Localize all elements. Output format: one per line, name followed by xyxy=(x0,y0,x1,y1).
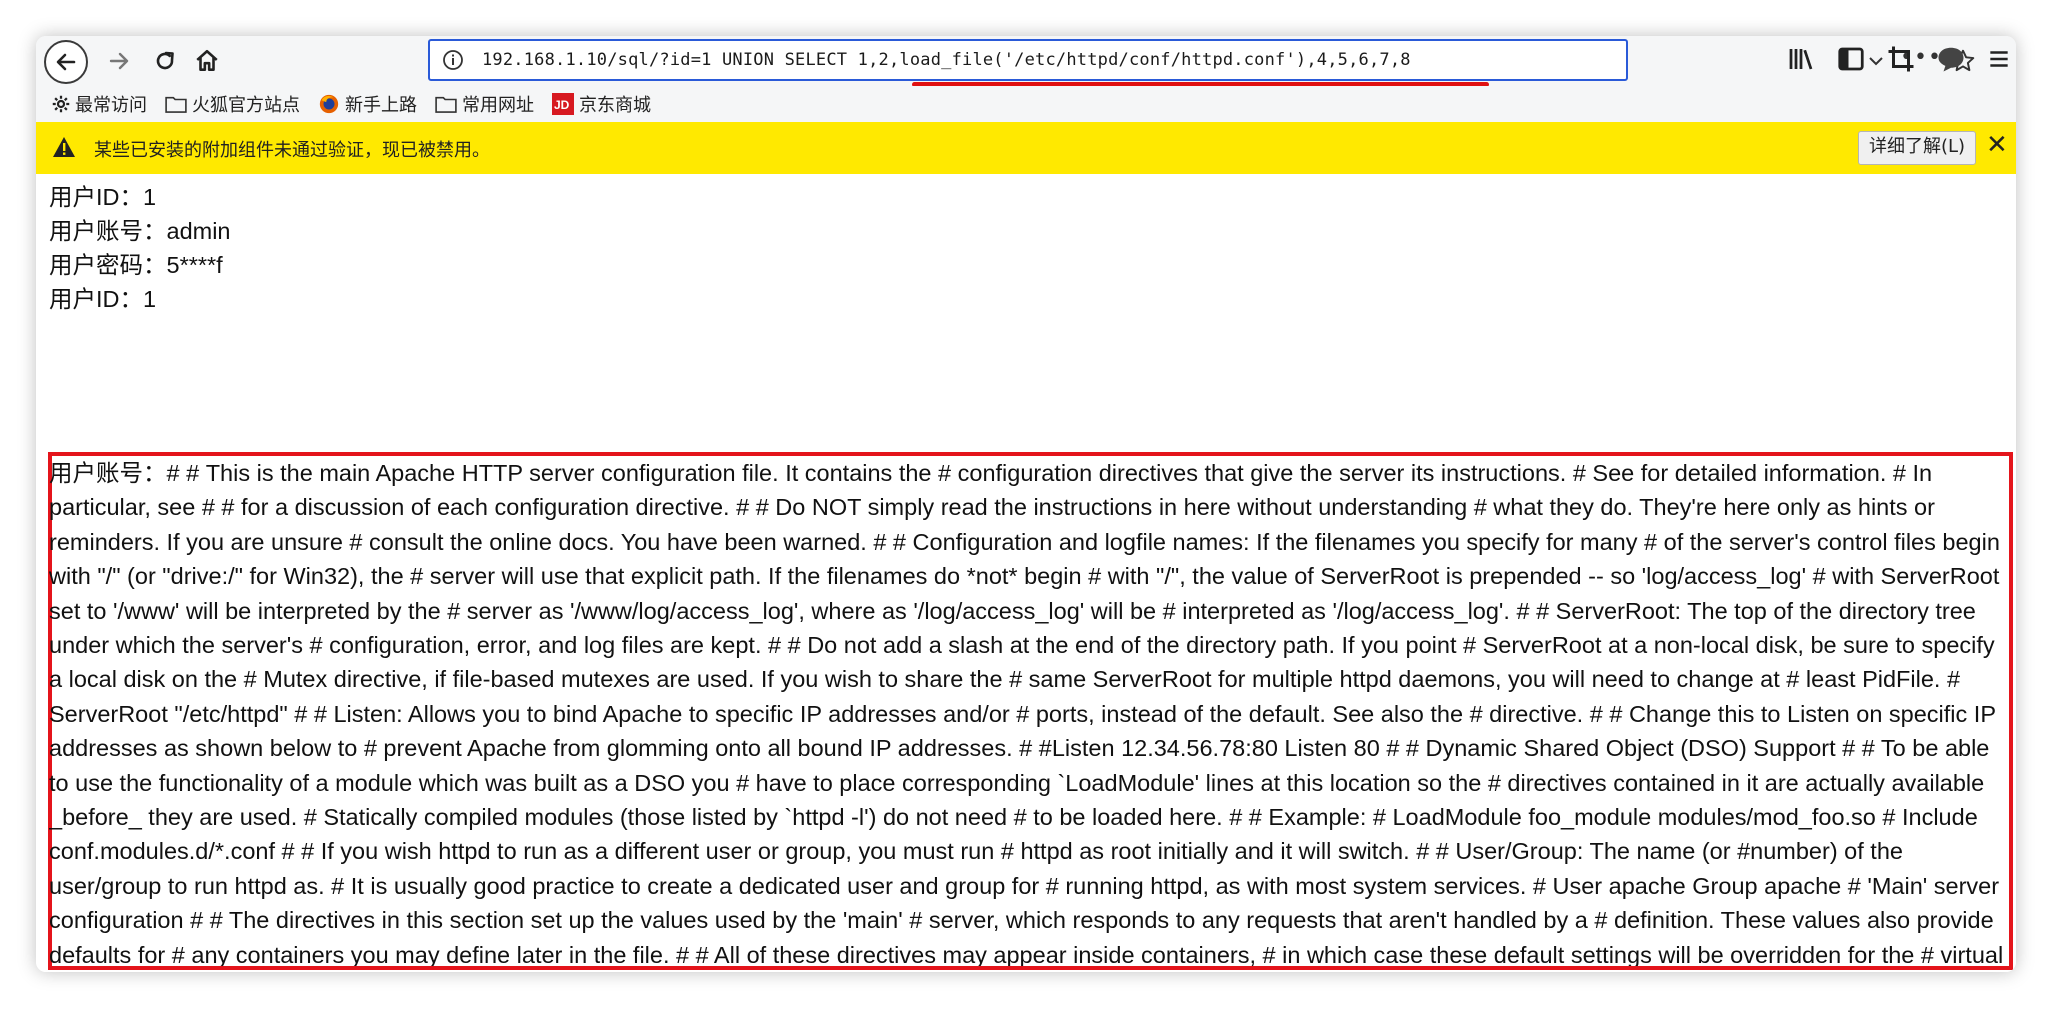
bookmark-common-sites[interactable]: 常用网址 xyxy=(435,91,534,117)
url-text[interactable]: 192.168.1.10/sql/?id=1 UNION SELECT 1,2,… xyxy=(482,50,1411,70)
user-id-row: 用户ID：1 xyxy=(49,286,157,312)
bookmark-label: 新手上路 xyxy=(345,95,417,116)
folder-icon xyxy=(435,95,457,113)
menu-icon[interactable] xyxy=(1986,44,2012,74)
user-id-row: 用户ID：1 xyxy=(49,184,157,210)
firefox-icon xyxy=(318,93,340,115)
browser-window: 192.168.1.10/sql/?id=1 UNION SELECT 1,2,… xyxy=(36,36,2016,972)
svg-text:JD: JD xyxy=(554,98,570,112)
learn-more-button[interactable]: 详细了解(L) xyxy=(1858,131,1977,165)
user-account-row: 用户账号：admin xyxy=(49,218,231,244)
jd-icon: JD xyxy=(552,93,574,115)
user-password-row: 用户密码：5****f xyxy=(49,252,223,278)
screenshot-icon[interactable] xyxy=(1886,44,1916,74)
sidebar-icon[interactable] xyxy=(1836,44,1866,74)
info-icon[interactable] xyxy=(442,49,464,71)
home-icon xyxy=(196,49,218,71)
page-content: 用户ID：1 用户账号：admin 用户密码：5****f 用户ID：1 用户账… xyxy=(36,174,2016,972)
address-bar[interactable]: 192.168.1.10/sql/?id=1 UNION SELECT 1,2,… xyxy=(428,39,1975,81)
navigation-toolbar: 192.168.1.10/sql/?id=1 UNION SELECT 1,2,… xyxy=(36,36,2016,87)
bookmark-label: 火狐官方站点 xyxy=(192,95,300,116)
addon-warning-bar: 某些已安装的附加组件未通过验证，现已被禁用。 详细了解(L) ✕ xyxy=(36,122,2016,174)
forward-button[interactable] xyxy=(98,40,140,82)
bookmark-label: 京东商城 xyxy=(579,95,651,116)
folder-icon xyxy=(165,95,187,113)
bookmark-getting-started[interactable]: 新手上路 xyxy=(318,91,417,117)
close-icon[interactable]: ✕ xyxy=(1986,130,2008,160)
chat-icon[interactable] xyxy=(1936,44,1966,74)
bookmark-jd-mall[interactable]: JD 京东商城 xyxy=(552,91,651,117)
library-icon[interactable] xyxy=(1786,44,1816,74)
forward-arrow-icon xyxy=(109,52,129,70)
file-dump-text: 用户账号：# # This is the main Apache HTTP se… xyxy=(49,460,2004,966)
gear-icon xyxy=(52,95,70,113)
back-arrow-icon xyxy=(56,53,76,71)
bookmark-firefox-site[interactable]: 火狐官方站点 xyxy=(165,91,300,117)
back-button[interactable] xyxy=(44,40,88,84)
chevron-down-icon[interactable] xyxy=(1866,51,1886,71)
bookmark-most-visited[interactable]: 最常访问 xyxy=(52,91,147,117)
reload-icon xyxy=(156,51,174,70)
reload-button[interactable] xyxy=(144,40,186,82)
home-button[interactable] xyxy=(186,40,228,82)
bookmarks-bar: 最常访问 火狐官方站点 新手上路 常用网址 JD 京东商城 xyxy=(36,86,2016,122)
bookmark-label: 最常访问 xyxy=(75,95,147,116)
warning-message: 某些已安装的附加组件未通过验证，现已被禁用。 xyxy=(94,140,490,161)
bookmark-label: 常用网址 xyxy=(462,95,534,116)
warning-icon xyxy=(53,137,75,157)
